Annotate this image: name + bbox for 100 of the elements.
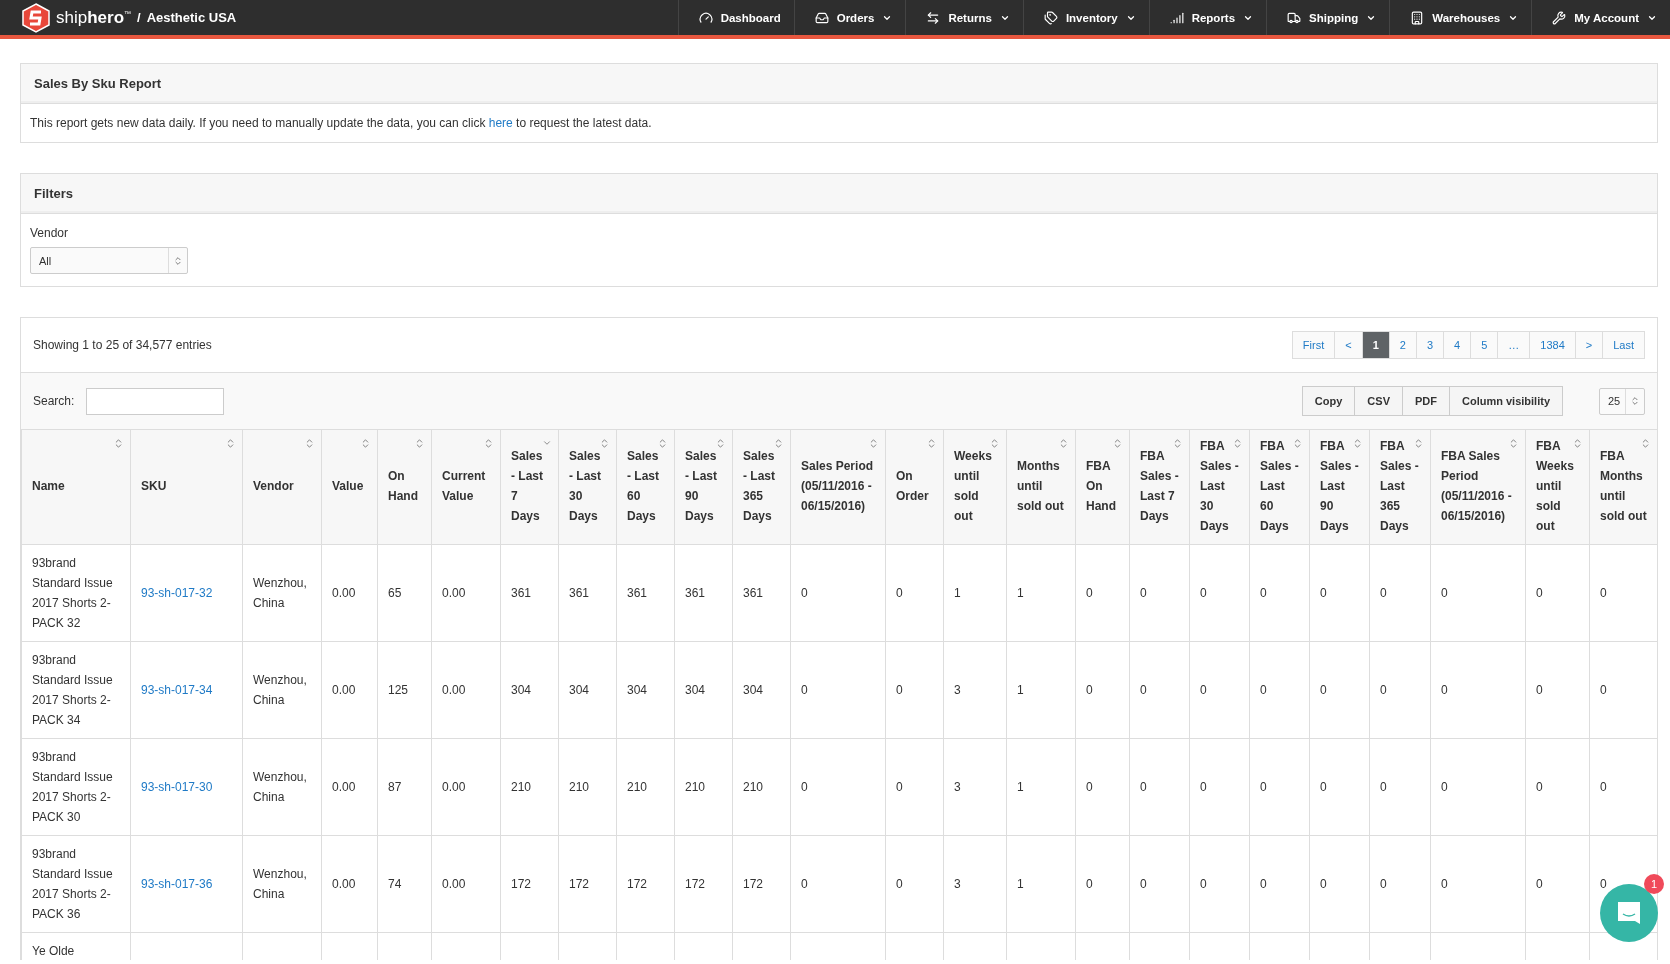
nav-menu-item[interactable]: Dashboard: [677, 0, 794, 35]
column-header[interactable]: FBA Months until sold out: [1589, 429, 1658, 545]
table-cell: 0: [1320, 586, 1327, 600]
inbox-icon: [814, 10, 829, 25]
account-name[interactable]: Aesthetic USA: [146, 10, 237, 25]
arrows-icon: [926, 10, 941, 25]
table-cell: 0: [1086, 586, 1093, 600]
page-link[interactable]: …: [1497, 331, 1531, 359]
panel-title: Sales By Sku Report: [21, 64, 1657, 104]
export-button[interactable]: PDF: [1402, 386, 1450, 416]
sku-link[interactable]: 93-sh-017-36: [141, 877, 213, 891]
table-cell: 0: [1536, 586, 1543, 600]
column-header[interactable]: FBA Sales - Last 60 Days: [1249, 429, 1310, 545]
column-header[interactable]: Name: [21, 429, 131, 545]
page-size-select[interactable]: 25: [1599, 387, 1645, 415]
table-cell: 0: [1536, 877, 1543, 891]
table-cell: 361: [627, 586, 648, 600]
table-cell: Wenzhou, China: [253, 867, 307, 901]
table-cell: 172: [685, 877, 706, 891]
page-link[interactable]: 5: [1470, 331, 1499, 359]
column-header[interactable]: FBA Sales Period (05/11/2016 - 06/15/2016): [1430, 429, 1526, 545]
panel-title: Filters: [21, 174, 1657, 214]
column-header[interactable]: Sales - Last 60 Days: [616, 429, 675, 545]
select-arrows-icon: [173, 255, 183, 266]
sku-link[interactable]: 93-sh-017-30: [141, 780, 213, 794]
page-link[interactable]: 4: [1443, 331, 1472, 359]
gauge-icon: [698, 10, 713, 25]
page-link[interactable]: Last: [1602, 331, 1645, 359]
table-cell: 0: [1140, 683, 1147, 697]
table-cell: 0.00: [332, 877, 356, 891]
page-link[interactable]: 1: [1361, 331, 1390, 359]
column-header[interactable]: FBA Sales - Last 30 Days: [1189, 429, 1250, 545]
column-header[interactable]: FBA Sales - Last 365 Days: [1369, 429, 1431, 545]
table-cell: 125: [388, 683, 409, 697]
table-cell: 1: [1017, 877, 1024, 891]
column-header[interactable]: FBA Sales - Last 7 Days: [1129, 429, 1190, 545]
column-header[interactable]: Value: [321, 429, 378, 545]
table-cell: 0: [1260, 780, 1267, 794]
column-header[interactable]: On Hand: [377, 429, 432, 545]
brand-name[interactable]: shiphero$^{™}$: [56, 7, 132, 28]
table-cell: 93brand Standard Issue 2017 Shorts 2-PACK 36: [32, 847, 113, 921]
table-cell: Wenzhou, China: [253, 770, 307, 804]
page-link[interactable]: <: [1334, 331, 1363, 359]
column-header[interactable]: FBA Weeks until sold out: [1525, 429, 1590, 545]
table-cell: 361: [743, 586, 764, 600]
export-button[interactable]: CSV: [1354, 386, 1403, 416]
table-cell: 0: [1200, 780, 1207, 794]
column-header[interactable]: FBA On Hand: [1075, 429, 1130, 545]
column-header[interactable]: Sales - Last 365 Days: [732, 429, 791, 545]
table-cell: 0: [1140, 877, 1147, 891]
table-cell: Wenzhou, China: [253, 576, 307, 610]
table-cell: 3: [954, 683, 961, 697]
table-cell: 0: [1441, 780, 1448, 794]
column-header[interactable]: Sales - Last 90 Days: [674, 429, 733, 545]
here-link[interactable]: here: [488, 116, 513, 130]
page-link[interactable]: 1384: [1529, 331, 1576, 359]
nav-menu-item[interactable]: Orders: [793, 0, 906, 35]
nav-menu-item[interactable]: Returns: [905, 0, 1023, 35]
column-header[interactable]: Weeks until sold out: [943, 429, 1007, 545]
table-cell: Ye Olde: [32, 944, 75, 958]
column-header[interactable]: On Order: [885, 429, 944, 545]
entries-info: Showing 1 to 25 of 34,577 entries: [33, 338, 212, 352]
table-cell: 304: [743, 683, 764, 697]
column-header[interactable]: Sales - Last 30 Days: [558, 429, 617, 545]
nav-menu-item[interactable]: My Account: [1531, 0, 1670, 35]
table-cell: 0: [1086, 683, 1093, 697]
page-link[interactable]: 2: [1388, 331, 1417, 359]
table-cell: 0: [1441, 586, 1448, 600]
column-header[interactable]: Sales Period (05/11/2016 - 06/15/2016): [790, 429, 886, 545]
column-header[interactable]: SKU: [130, 429, 243, 545]
table-cell: 0.00: [332, 586, 356, 600]
page-link[interactable]: First: [1291, 331, 1336, 359]
table-cell: 0.00: [442, 877, 466, 891]
column-header[interactable]: Current Value: [431, 429, 501, 545]
vendor-select[interactable]: All: [30, 247, 188, 274]
column-header[interactable]: Months until sold out: [1006, 429, 1076, 545]
export-button[interactable]: Copy: [1301, 386, 1356, 416]
table-cell: 0: [1140, 586, 1147, 600]
table-cell: 3: [954, 877, 961, 891]
column-header[interactable]: Sales - Last 7 Days: [500, 429, 559, 545]
table-cell: 0: [1380, 586, 1387, 600]
table-cell: 210: [511, 780, 532, 794]
column-header[interactable]: Vendor: [242, 429, 322, 545]
table-cell: 0: [1320, 877, 1327, 891]
nav-menu-item[interactable]: Shipping: [1266, 0, 1390, 35]
table-cell: 210: [743, 780, 764, 794]
nav-menu-item[interactable]: Warehouses: [1389, 0, 1532, 35]
sku-link[interactable]: 93-sh-017-34: [141, 683, 213, 697]
export-button[interactable]: Column visibility: [1449, 386, 1563, 416]
table-cell: 172: [511, 877, 532, 891]
table-cell: 172: [569, 877, 590, 891]
chat-icon: [1615, 899, 1643, 927]
table-cell: 0: [801, 683, 808, 697]
column-header[interactable]: FBA Sales - Last 90 Days: [1309, 429, 1370, 545]
nav-menu-item[interactable]: Inventory: [1022, 0, 1149, 35]
nav-menu-item[interactable]: Reports: [1148, 0, 1267, 35]
sku-link[interactable]: 93-sh-017-32: [141, 586, 213, 600]
table-cell: 0: [896, 877, 903, 891]
search-field[interactable]: [86, 387, 225, 415]
table-cell: 0: [1260, 683, 1267, 697]
